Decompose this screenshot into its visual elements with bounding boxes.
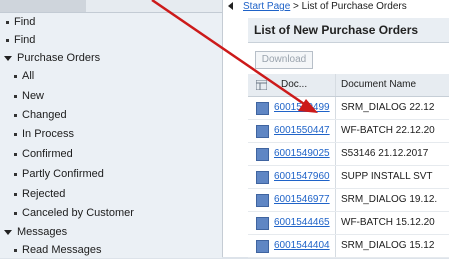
breadcrumb-current: List of Purchase Orders: [301, 1, 407, 12]
nav-item-find-2[interactable]: Find: [6, 32, 35, 49]
triangle-down-icon: [4, 229, 12, 235]
doc-number-link[interactable]: 6001544465: [274, 212, 330, 234]
doc-number-link[interactable]: 6001546977: [274, 189, 330, 211]
doc-number-link[interactable]: 6001544404: [274, 235, 330, 257]
doc-number-link[interactable]: 6001549025: [274, 143, 330, 165]
table-settings-icon[interactable]: [256, 80, 267, 90]
column-divider: [335, 120, 336, 142]
table-row: 6001550499 SRM_DIALOG 22.12: [248, 97, 449, 120]
nav-item-label: Rejected: [22, 188, 66, 200]
column-header-doc[interactable]: Doc...: [281, 74, 307, 96]
doc-number-link[interactable]: 6001550447: [274, 120, 330, 142]
panel-divider: [222, 0, 223, 257]
nav-item-label: Confirmed: [22, 148, 73, 160]
row-select-checkbox[interactable]: [256, 217, 269, 230]
document-name: SRM_DIALOG 19.12.: [341, 194, 438, 205]
document-name: S53146 21.12.2017: [341, 148, 429, 159]
table-row: 6001546977 SRM_DIALOG 19.12.: [248, 189, 449, 212]
bullet-icon: [14, 94, 17, 98]
table-row: 6001544465 WF-BATCH 15.12.20: [248, 212, 449, 235]
document-name: SRM_DIALOG 15.12: [341, 240, 435, 251]
row-select-checkbox[interactable]: [256, 102, 269, 115]
row-select-checkbox[interactable]: [256, 240, 269, 253]
column-divider: [335, 235, 336, 257]
table-row: 6001550447 WF-BATCH 22.12.20: [248, 120, 449, 143]
bullet-icon: [14, 132, 17, 136]
bullet-icon: [14, 192, 17, 196]
nav-item-label: Partly Confirmed: [22, 168, 104, 180]
bullet-icon: [14, 172, 17, 176]
table-header: Doc... Document Name: [248, 74, 449, 97]
row-select-checkbox[interactable]: [256, 125, 269, 138]
row-select-checkbox[interactable]: [256, 171, 269, 184]
column-divider: [335, 74, 336, 96]
nav-item-read-messages[interactable]: Read Messages: [14, 242, 102, 259]
nav-item-canceled-by-customer[interactable]: Canceled by Customer: [14, 205, 134, 222]
page-title: List of New Purchase Orders: [254, 23, 419, 37]
document-name: WF-BATCH 22.12.20: [341, 125, 435, 136]
bullet-icon: [6, 38, 9, 42]
nav-item-label: Changed: [22, 109, 67, 121]
nav-item-in-process[interactable]: In Process: [14, 126, 74, 143]
nav-item-confirmed[interactable]: Confirmed: [14, 146, 73, 163]
row-select-checkbox[interactable]: [256, 194, 269, 207]
nav-item-label: In Process: [22, 128, 74, 140]
document-name: SUPP INSTALL SVT: [341, 171, 433, 182]
doc-number-link[interactable]: 6001550499: [274, 97, 330, 119]
document-name: WF-BATCH 15.12.20: [341, 217, 435, 228]
bullet-icon: [14, 211, 17, 215]
column-divider: [335, 97, 336, 119]
table-row: 6001547960 SUPP INSTALL SVT: [248, 166, 449, 189]
nav-item-label: Find: [14, 16, 36, 28]
column-divider: [335, 212, 336, 234]
nav-item-label: New: [22, 90, 45, 102]
nav-item-find-1[interactable]: Find: [6, 14, 35, 31]
triangle-down-icon: [4, 55, 12, 61]
breadcrumb-start-page[interactable]: Start Page: [243, 1, 290, 12]
nav-item-new[interactable]: New: [14, 88, 44, 105]
nav-item-rejected[interactable]: Rejected: [14, 186, 65, 203]
top-strip: [86, 0, 222, 12]
nav-item-label: Read Messages: [22, 244, 102, 256]
nav-item-label: Find: [14, 34, 36, 46]
doc-number-link[interactable]: 6001547960: [274, 166, 330, 188]
breadcrumb-separator: >: [293, 1, 299, 12]
nav-item-label: Canceled by Customer: [22, 207, 134, 219]
column-divider: [335, 143, 336, 165]
download-button[interactable]: Download: [255, 51, 313, 69]
row-select-checkbox[interactable]: [256, 148, 269, 161]
bullet-icon: [14, 74, 17, 78]
table-row: 6001549025 S53146 21.12.2017: [248, 143, 449, 166]
nav-item-purchase-orders[interactable]: Purchase Orders: [4, 50, 100, 67]
bullet-icon: [14, 248, 17, 252]
nav-item-label: All: [22, 70, 35, 82]
nav-item-messages[interactable]: Messages: [4, 224, 67, 241]
document-name: SRM_DIALOG 22.12: [341, 102, 435, 113]
nav-item-partly-confirmed[interactable]: Partly Confirmed: [14, 166, 104, 183]
nav-item-changed[interactable]: Changed: [14, 107, 67, 124]
column-header-document-name[interactable]: Document Name: [341, 74, 416, 96]
collapse-nav-icon[interactable]: [228, 2, 233, 10]
top-left-bar: [0, 0, 86, 12]
nav-item-label: Purchase Orders: [17, 52, 101, 64]
column-divider: [335, 166, 336, 188]
nav-item-all[interactable]: All: [14, 68, 34, 85]
purchase-orders-table: Doc... Document Name 6001550499 SRM_DIAL…: [248, 74, 449, 258]
table-row: 6001544404 SRM_DIALOG 15.12: [248, 235, 449, 258]
column-divider: [335, 189, 336, 211]
bullet-icon: [14, 113, 17, 117]
bullet-icon: [14, 152, 17, 156]
bullet-icon: [6, 20, 9, 24]
breadcrumb: Start Page > List of Purchase Orders: [243, 0, 407, 13]
nav-item-label: Messages: [17, 226, 68, 238]
